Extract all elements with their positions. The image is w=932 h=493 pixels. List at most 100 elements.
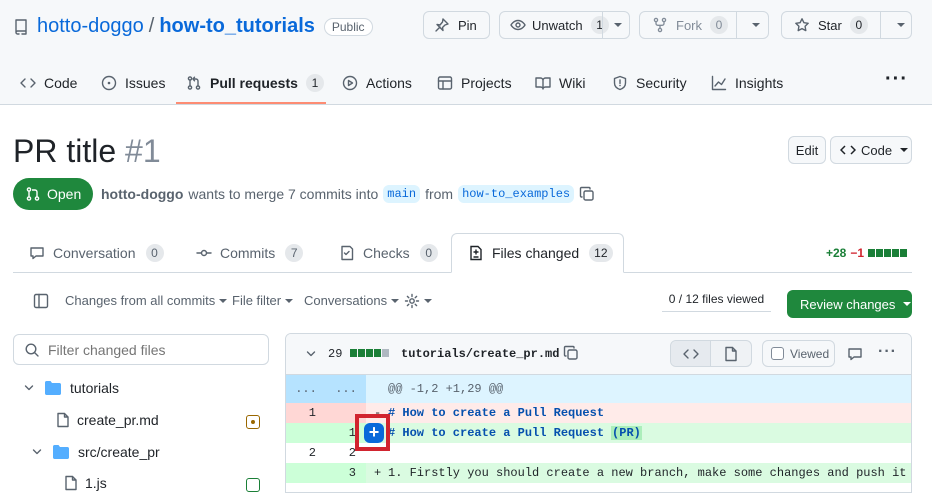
comment-icon[interactable] xyxy=(847,346,863,362)
deletions-count: −1 xyxy=(850,246,865,260)
source-diff-button[interactable] xyxy=(671,341,711,366)
file-filter-dropdown[interactable]: File filter xyxy=(232,293,294,308)
tab-label: Files changed xyxy=(492,245,580,261)
tab-label: Conversation xyxy=(53,245,136,261)
from-label: from xyxy=(425,186,454,202)
old-line-number[interactable]: 1 xyxy=(286,403,326,423)
diff-line-text: # How to create a Pull Request xyxy=(388,406,605,420)
fork-button[interactable]: Fork 0 xyxy=(639,11,769,39)
additions-count: +28 xyxy=(826,246,847,260)
tree-item-create-pr[interactable]: create_pr.md xyxy=(55,412,159,428)
diff-word-highlight: (PR) xyxy=(611,426,642,440)
add-comment-plus-icon[interactable]: + xyxy=(364,423,384,443)
tab-pull-requests[interactable]: Pull requests 1 xyxy=(186,62,324,104)
commits-count: 7 xyxy=(285,244,304,262)
tab-files-changed[interactable]: Files changed 12 xyxy=(451,233,624,273)
file-diff-icon xyxy=(470,245,482,261)
chevron-down-icon xyxy=(24,385,34,391)
filter-files-input-wrap[interactable] xyxy=(13,334,269,365)
tab-projects[interactable]: Projects xyxy=(437,62,512,104)
diff-line-text: # How to create a Pull Request (PR) xyxy=(388,426,642,440)
repo-icon xyxy=(15,19,27,35)
tab-security[interactable]: Security xyxy=(612,62,687,104)
tab-label: Pull requests xyxy=(210,75,298,91)
old-line-number[interactable]: 2 xyxy=(286,443,326,463)
tab-label: Commits xyxy=(220,245,276,261)
pr-summary: wants to merge 7 commits into xyxy=(188,186,379,202)
fork-count: 0 xyxy=(710,16,728,34)
commit-icon xyxy=(196,249,212,257)
status-badge: Open xyxy=(13,178,93,210)
file-more-button[interactable]: ··· xyxy=(878,343,897,361)
review-changes-button[interactable]: Review changes xyxy=(787,290,912,318)
status-label: Open xyxy=(47,186,82,202)
star-button[interactable]: Star 0 xyxy=(781,11,912,39)
changes-from-dropdown[interactable]: Changes from all commits xyxy=(65,293,228,308)
code-dropdown-button[interactable]: Code xyxy=(830,136,912,164)
edit-title-button[interactable]: Edit xyxy=(788,136,826,164)
folder-icon xyxy=(53,445,69,459)
chevron-down-icon xyxy=(285,298,294,303)
play-icon xyxy=(342,75,358,91)
repo-header: hotto-doggo / how-to_tutorials Public Pi… xyxy=(0,0,932,105)
chevron-down-icon[interactable] xyxy=(752,23,760,27)
pr-title-heading: PR title #1 xyxy=(13,133,161,170)
tab-insights[interactable]: Insights xyxy=(711,62,783,104)
tab-checks[interactable]: Checks 0 xyxy=(339,233,438,273)
conversations-label: Conversations xyxy=(304,293,388,308)
viewed-checkbox[interactable]: Viewed xyxy=(762,340,835,367)
selected-tab-underline xyxy=(176,102,326,104)
diff-line-added: 3 + 1. Firstly you should create a new b… xyxy=(286,463,911,483)
more-menu-button[interactable]: ··· xyxy=(885,68,908,91)
tree-item-src-create-pr[interactable]: src/create_pr xyxy=(31,444,160,460)
review-changes-label: Review changes xyxy=(800,296,896,312)
expand-up-right[interactable]: ... xyxy=(326,375,366,403)
tab-label: Code xyxy=(44,75,78,91)
hunk-header: @@ -1,2 +1,29 @@ xyxy=(388,382,504,396)
chevron-down-icon[interactable] xyxy=(305,348,317,360)
copy-icon[interactable] xyxy=(579,186,595,202)
tree-item-1-js[interactable]: 1.js xyxy=(63,475,107,491)
conversations-dropdown[interactable]: Conversations xyxy=(304,293,400,308)
pin-button[interactable]: Pin xyxy=(423,11,490,39)
pull-request-icon xyxy=(187,76,201,90)
new-line-number[interactable]: 3 xyxy=(326,463,366,483)
file-filter-label: File filter xyxy=(232,293,282,308)
rich-diff-button[interactable] xyxy=(711,341,751,366)
watch-button[interactable]: Unwatch 1 xyxy=(499,11,630,39)
tab-actions[interactable]: Actions xyxy=(342,62,412,104)
head-branch[interactable]: how-to_examples xyxy=(458,185,575,203)
tab-issues[interactable]: Issues xyxy=(101,62,165,104)
file-icon xyxy=(57,412,69,428)
repo-name-link[interactable]: how-to_tutorials xyxy=(159,15,315,38)
tree-item-tutorials[interactable]: tutorials xyxy=(23,380,119,396)
files-viewed-label: 0 / 12 files viewed xyxy=(668,292,765,306)
sidebar-toggle-icon[interactable] xyxy=(33,293,49,309)
tab-wiki[interactable]: Wiki xyxy=(535,62,585,104)
settings-dropdown[interactable] xyxy=(404,293,432,309)
comment-icon xyxy=(30,247,44,260)
code-icon xyxy=(840,145,856,155)
tree-item-label: create_pr.md xyxy=(77,412,159,428)
expand-up-left[interactable]: ... xyxy=(286,375,326,403)
diff-changes-count: 29 xyxy=(328,347,343,361)
repo-owner-link[interactable]: hotto-doggo xyxy=(37,15,144,38)
tab-label: Insights xyxy=(735,75,784,91)
file-modified-icon xyxy=(246,415,260,429)
chevron-down-icon xyxy=(903,302,912,306)
chevron-down-icon xyxy=(391,298,400,303)
chevron-down-icon[interactable] xyxy=(897,23,905,27)
base-branch[interactable]: main xyxy=(383,185,421,203)
pr-meta: hotto-doggo wants to merge 7 commits int… xyxy=(101,185,595,203)
author-link[interactable]: hotto-doggo xyxy=(101,186,183,202)
copy-icon[interactable] xyxy=(563,345,579,361)
file-icon xyxy=(725,346,737,361)
filter-files-input[interactable] xyxy=(48,341,258,358)
code-icon xyxy=(20,78,36,88)
tab-commits[interactable]: Commits 7 xyxy=(196,233,304,273)
chevron-down-icon[interactable] xyxy=(614,23,622,27)
tab-code[interactable]: Code xyxy=(20,62,77,104)
diff-file-path[interactable]: tutorials/create_pr.md xyxy=(401,347,559,361)
page-title: PR title xyxy=(13,133,117,169)
tab-conversation[interactable]: Conversation 0 xyxy=(29,233,164,273)
